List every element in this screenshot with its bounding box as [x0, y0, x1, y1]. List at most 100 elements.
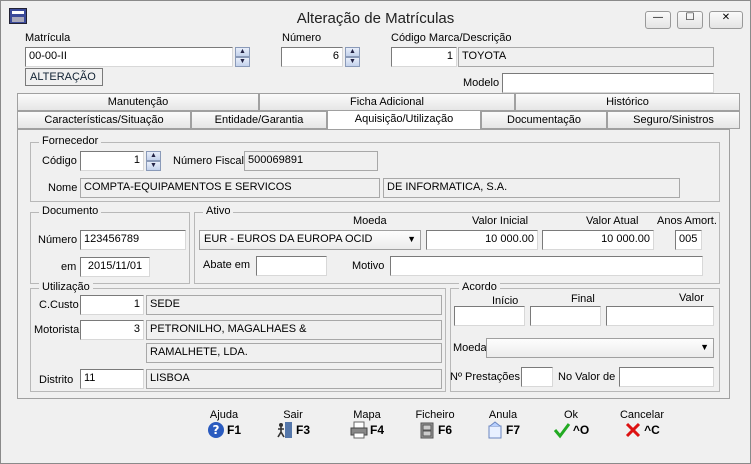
help-label: Ajuda [209, 409, 239, 421]
moeda-value: EUR - EUROS DA EUROPA OCID [204, 233, 373, 245]
fornecedor-title: Fornecedor [39, 135, 102, 147]
ccusto-label: C.Custo [39, 299, 79, 311]
fornecedor-spinner[interactable]: ▲ ▼ [146, 151, 161, 171]
matricula-spinner[interactable]: ▲ ▼ [235, 47, 250, 67]
moeda-select[interactable]: EUR - EUROS DA EUROPA OCID ▼ [199, 230, 421, 250]
moeda-label: Moeda [353, 215, 387, 227]
help-button[interactable]: Ajuda ? F1 [194, 409, 254, 439]
motivo-input[interactable] [390, 256, 703, 276]
tab-ficha-adicional[interactable]: Ficha Adicional [259, 93, 515, 111]
tab-aquisicao-utilizacao[interactable]: Aquisição/Utilização [327, 110, 481, 130]
spin-up-icon[interactable]: ▲ [146, 151, 161, 161]
motivo-label: Motivo [352, 260, 385, 272]
tab-entidade-garantia[interactable]: Entidade/Garantia [191, 111, 327, 129]
tab-documentacao[interactable]: Documentação [481, 111, 607, 129]
undo-label: Anula [488, 409, 518, 421]
numero-spinner[interactable]: ▲ ▼ [345, 47, 360, 67]
file-cabinet-icon [420, 422, 434, 439]
documento-em-label: em [61, 261, 77, 273]
marca-code-input[interactable]: 1 [391, 47, 457, 67]
documento-data-input[interactable]: 2015/11/01 [80, 257, 150, 277]
motorista-description-1: PETRONILHO, MAGALHAES & [146, 320, 442, 340]
window-title: Alteração de Matrículas [296, 10, 455, 27]
motorista-input[interactable]: 3 [80, 320, 144, 340]
undo-icon [488, 421, 502, 439]
numero-input[interactable]: 6 [281, 47, 343, 67]
ok-label: Ok [563, 409, 579, 421]
exit-door-icon [277, 422, 292, 438]
close-button[interactable]: ✕ [709, 11, 743, 29]
checkmark-icon [553, 423, 571, 439]
report-button[interactable]: Mapa F4 [337, 409, 397, 439]
distrito-label: Distrito [39, 374, 74, 386]
nome-value-1: COMPTA-EQUIPAMENTOS E SERVICOS [80, 178, 380, 198]
tab-manutencao[interactable]: Manutenção [17, 93, 259, 111]
file-button[interactable]: Ficheiro F6 [405, 409, 465, 439]
fornecedor-codigo-label: Código [42, 155, 77, 167]
inicio-input[interactable] [454, 306, 525, 326]
undo-button[interactable]: Anula F7 [473, 409, 533, 439]
fornecedor-codigo-input[interactable]: 1 [80, 151, 144, 171]
matricula-label: Matrícula [25, 32, 71, 44]
valor-atual-input[interactable]: 10 000.00 [542, 230, 654, 250]
report-label: Mapa [353, 409, 381, 421]
main-window: Alteração de Matrículas — ☐ ✕ Matrícula … [0, 0, 751, 464]
undo-key: F7 [505, 423, 520, 437]
valor-atual-label: Valor Atual [586, 215, 639, 227]
report-key: F4 [369, 423, 384, 437]
distrito-description: LISBOA [146, 369, 442, 389]
ok-button[interactable]: Ok ^O [541, 409, 601, 439]
ccusto-input[interactable]: 1 [80, 295, 144, 315]
distrito-input[interactable]: 11 [80, 369, 144, 389]
minimize-icon: — [653, 12, 663, 23]
spin-up-icon[interactable]: ▲ [235, 47, 250, 57]
tab-seguro-sinistros[interactable]: Seguro/Sinistros [607, 111, 740, 129]
valor-inicial-input[interactable]: 10 000.00 [426, 230, 538, 250]
no-valor-label: No Valor de [558, 371, 616, 383]
anos-amort-input[interactable]: 005 [675, 230, 702, 250]
valor-input[interactable] [606, 306, 714, 326]
minimize-button[interactable]: — [645, 11, 671, 29]
final-input[interactable] [530, 306, 601, 326]
acordo-moeda-select[interactable]: ▼ [486, 338, 714, 358]
file-key: F6 [437, 423, 452, 437]
spin-down-icon[interactable]: ▼ [235, 57, 250, 67]
close-icon: ✕ [721, 12, 731, 23]
spin-down-icon[interactable]: ▼ [345, 57, 360, 67]
printer-icon [350, 421, 368, 439]
help-icon: ? [207, 422, 224, 438]
matricula-input[interactable]: 00-00-II [25, 47, 233, 67]
utilizacao-title: Utilização [39, 281, 93, 293]
cancel-button[interactable]: Cancelar ^C [612, 409, 672, 439]
valor-inicial-label: Valor Inicial [472, 215, 529, 227]
no-valor-input[interactable] [619, 367, 714, 387]
help-key: F1 [226, 423, 241, 437]
nome-label: Nome [48, 182, 78, 194]
ativo-title: Ativo [203, 205, 234, 217]
documento-numero-input[interactable]: 123456789 [80, 230, 186, 250]
spin-down-icon[interactable]: ▼ [146, 161, 161, 171]
valor-label: Valor [679, 292, 704, 304]
abate-input[interactable] [256, 256, 327, 276]
cancel-label: Cancelar [619, 409, 665, 421]
tab-historico[interactable]: Histórico [515, 93, 740, 111]
maximize-button[interactable]: ☐ [677, 11, 703, 29]
maximize-icon: ☐ [685, 12, 695, 23]
nome-value-2: DE INFORMATICA, S.A. [383, 178, 680, 198]
exit-key: F3 [295, 423, 310, 437]
prestacoes-input[interactable] [521, 367, 553, 387]
exit-button[interactable]: Sair F3 [263, 409, 323, 439]
chevron-down-icon: ▼ [700, 342, 709, 352]
nif-value: 500069891 [244, 151, 378, 171]
modelo-label: Modelo [463, 77, 500, 89]
numero-label: Número [282, 32, 322, 44]
marca-description: TOYOTA [458, 47, 714, 67]
documento-title: Documento [39, 205, 102, 217]
spin-up-icon[interactable]: ▲ [345, 47, 360, 57]
modelo-input[interactable] [502, 73, 714, 93]
prestacoes-label: Nº Prestações [450, 371, 521, 383]
anos-amort-label: Anos Amort. [657, 215, 717, 227]
tab-caracteristicas[interactable]: Características/Situação [17, 111, 191, 129]
file-label: Ficheiro [415, 409, 455, 421]
cancel-x-icon [626, 422, 641, 438]
